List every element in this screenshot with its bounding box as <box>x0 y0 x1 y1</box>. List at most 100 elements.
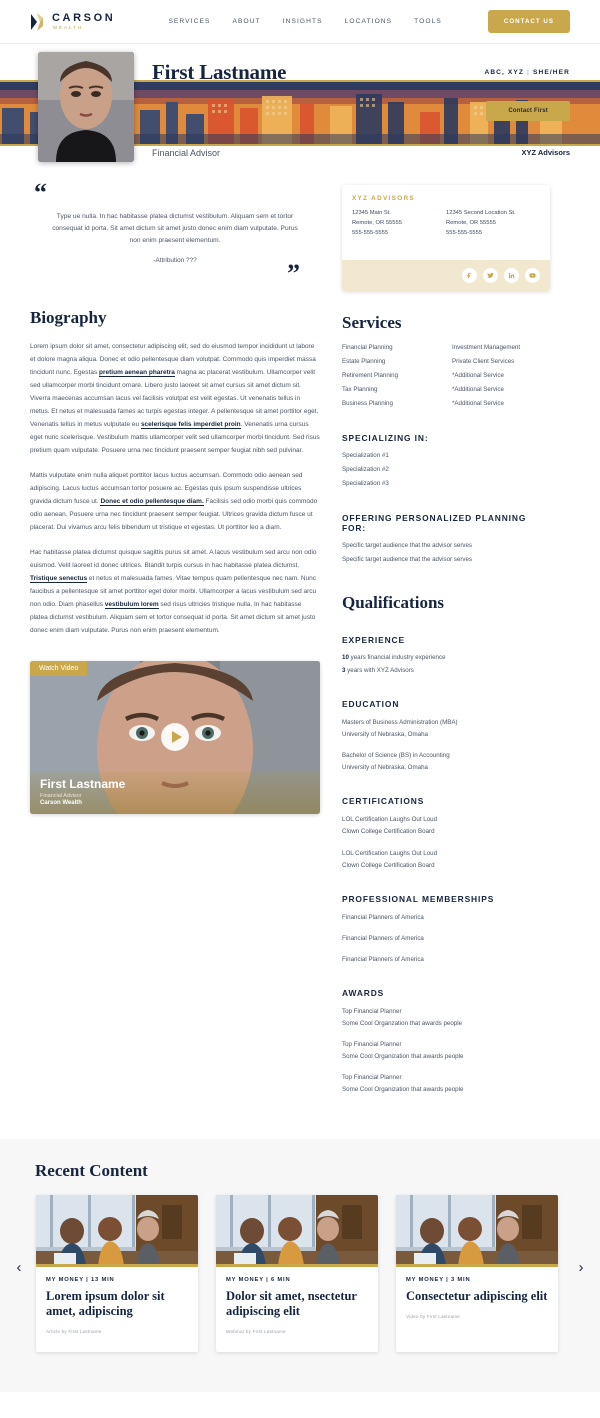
education-item: University of Nebraska, Omaha <box>342 731 428 739</box>
recent-content-section: Recent Content ‹ › MY MONEY | 13 MIN Lore… <box>0 1138 600 1393</box>
nav-links: SERVICES ABOUT INSIGHTS LOCATIONS TOOLS … <box>168 10 570 33</box>
office-card-title: XYZ ADVISORS <box>352 195 415 202</box>
main-content: “ Type ue nulla. In hac habitasse platea… <box>0 169 600 1097</box>
facebook-icon[interactable] <box>462 268 477 284</box>
biography-paragraph: Mattis vulputate enim nulla aliquet port… <box>30 469 320 534</box>
recent-content-card[interactable]: MY MONEY | 13 MIN Lorem ipsum dolor sit a… <box>36 1194 198 1353</box>
award-item: Some Cool Organzation that awards people <box>342 1020 463 1028</box>
card-thumbnail <box>216 1194 378 1267</box>
linkedin-icon[interactable] <box>504 268 519 284</box>
twitter-icon[interactable] <box>483 268 498 284</box>
top-navigation-bar: CARSON WEALTH SERVICES ABOUT INSIGHTS LO… <box>0 0 600 44</box>
biography-emphasis-link[interactable]: scelerisque felis imperdiet proin <box>140 420 241 429</box>
right-column: XYZ ADVISORS 12345 Main St. Remote, OR 5… <box>342 169 550 1097</box>
biography-emphasis-link[interactable]: pretium aenean pharetra <box>99 368 175 377</box>
quote-attribution: -Attribution ??? <box>153 257 197 265</box>
recent-content-card[interactable]: MY MONEY | 3 MIN Consectetur adipiscing e… <box>396 1194 558 1353</box>
planning-for-list: Specific target audience that the adviso… <box>342 539 550 567</box>
nav-link-tools[interactable]: TOOLS <box>414 18 442 25</box>
service-item: Investment Management <box>452 344 521 352</box>
award-item: Top Financial Planner <box>342 1008 402 1016</box>
advisor-credentials: ABC, XYZ | SHE/HER <box>484 69 570 76</box>
biography-emphasis-link[interactable]: Tristique senectus <box>30 574 88 583</box>
advisor-name: First Lastname <box>152 60 287 84</box>
certification-item: Clown College Certification Board <box>342 828 435 836</box>
contact-advisor-button[interactable]: Contact First <box>486 101 570 121</box>
nav-link-about[interactable]: ABOUT <box>232 18 260 25</box>
office-phone[interactable]: 555-555-5555 <box>352 228 446 238</box>
social-links-bar <box>342 260 550 292</box>
play-icon[interactable] <box>161 723 189 752</box>
logo-tagline: WEALTH <box>53 24 84 30</box>
video-advisor-role: Financial Advisor <box>40 792 82 799</box>
biography-emphasis-link[interactable]: vestibulum lorem <box>104 600 159 609</box>
pronouns-text: SHE/HER <box>532 69 570 76</box>
specialization-item: Specialization #3 <box>342 480 389 488</box>
card-thumbnail <box>36 1194 198 1267</box>
award-item-group: Top Financial Planner Some Cool Organzati… <box>342 1006 550 1030</box>
service-item: Financial Planning <box>342 344 393 352</box>
card-title[interactable]: Lorem ipsum dolor sit amet, adipiscing <box>46 1289 188 1320</box>
biography-emphasis-link[interactable]: Donec et odio pellentesque diam. <box>100 497 204 506</box>
experience-list: 10 years financial industry experience 3 … <box>342 651 550 677</box>
quote-text: Type ue nulla. In hac habitasse platea d… <box>52 212 298 244</box>
awards-heading: AWARDS <box>342 988 385 999</box>
card-body: MY MONEY | 6 MIN Dolor sit amet, nsectetu… <box>216 1267 378 1353</box>
advisor-portrait <box>38 52 134 162</box>
experience-line: 3 years with XYZ Advisors <box>342 666 414 674</box>
membership-item-group: Financial Planners of America <box>342 933 550 945</box>
carson-wealth-logo[interactable]: CARSON WEALTH <box>30 12 115 32</box>
service-item: *Additional Service <box>452 386 504 394</box>
contact-us-button[interactable]: CONTACT US <box>487 10 570 33</box>
services-heading: Services <box>342 313 402 333</box>
nav-link-locations[interactable]: LOCATIONS <box>345 18 393 25</box>
service-item: Retirement Planning <box>342 372 399 380</box>
service-item: *Additional Service <box>452 400 504 408</box>
card-title[interactable]: Consectetur adipiscing elit <box>406 1289 548 1304</box>
testimonial-quote: “ Type ue nulla. In hac habitasse platea… <box>30 169 320 286</box>
advisor-role: Financial Advisor <box>152 148 221 158</box>
service-item: Tax Planning <box>342 386 378 394</box>
experience-years: 3 <box>342 666 346 674</box>
card-title[interactable]: Dolor sit amet, nsectetur adipiscing eli… <box>226 1289 368 1320</box>
chevron-right-icon[interactable]: › <box>572 1259 590 1277</box>
experience-years: 10 <box>342 653 349 661</box>
office2-city: Remote, OR 55555 <box>446 220 496 227</box>
certification-item-group: LOL Certification Laughs Out Loud Clown C… <box>342 848 550 872</box>
service-item: *Additional Service <box>452 372 504 380</box>
award-item: Some Cool Organization that awards peopl… <box>342 1053 464 1061</box>
biography-paragraph: Lorem ipsum dolor sit amet, consectetur … <box>30 340 320 457</box>
certifications-list: LOL Certification Laughs Out Loud Clown C… <box>342 814 550 871</box>
recent-content-heading: Recent Content <box>35 1160 148 1180</box>
service-item: Business Planning <box>342 400 393 408</box>
watch-video-badge[interactable]: Watch Video <box>30 660 88 676</box>
planning-audience-item: Specific target audience that the adviso… <box>342 556 473 563</box>
planning-audience-item: Specific target audience that the adviso… <box>342 542 473 550</box>
advisor-video-player[interactable]: Watch Video First Lastname Financial Adv… <box>30 660 320 814</box>
service-item: Estate Planning <box>342 358 386 366</box>
award-item: Top Financial Planner <box>342 1074 402 1082</box>
card-body: MY MONEY | 3 MIN Consectetur adipiscing e… <box>396 1267 558 1337</box>
card-gold-rule <box>396 1263 558 1267</box>
office-city: Remote, OR 55555 <box>352 220 402 227</box>
advisor-firm: XYZ Advisors <box>521 148 571 157</box>
office2-phone[interactable]: 555-555-5555 <box>446 228 540 238</box>
office-street: 12345 Main St. <box>352 210 391 216</box>
youtube-icon[interactable] <box>525 268 540 284</box>
membership-item-group: Financial Planners of America <box>342 954 550 966</box>
qualifications-heading: Qualifications <box>342 592 445 612</box>
chevron-left-icon[interactable]: ‹ <box>10 1259 28 1277</box>
office2-street: 12345 Second Location St. <box>446 210 516 216</box>
education-heading: EDUCATION <box>342 698 400 709</box>
membership-item: Financial Planners of America <box>342 913 424 921</box>
recent-content-card[interactable]: MY MONEY | 6 MIN Dolor sit amet, nsectetu… <box>216 1194 378 1353</box>
planning-for-heading: OFFERING PERSONALIZED PLANNING FOR: <box>342 513 527 534</box>
experience-heading: EXPERIENCE <box>342 634 405 645</box>
membership-item-group: Financial Planners of America <box>342 912 550 924</box>
card-gold-rule <box>36 1263 198 1267</box>
card-byline: Video by First Lastname <box>406 1313 461 1319</box>
nav-link-services[interactable]: SERVICES <box>168 18 210 25</box>
nav-link-insights[interactable]: INSIGHTS <box>283 18 323 25</box>
certification-item: Clown College Certification Board <box>342 861 435 869</box>
card-kicker: MY MONEY | 3 MIN <box>406 1276 471 1283</box>
